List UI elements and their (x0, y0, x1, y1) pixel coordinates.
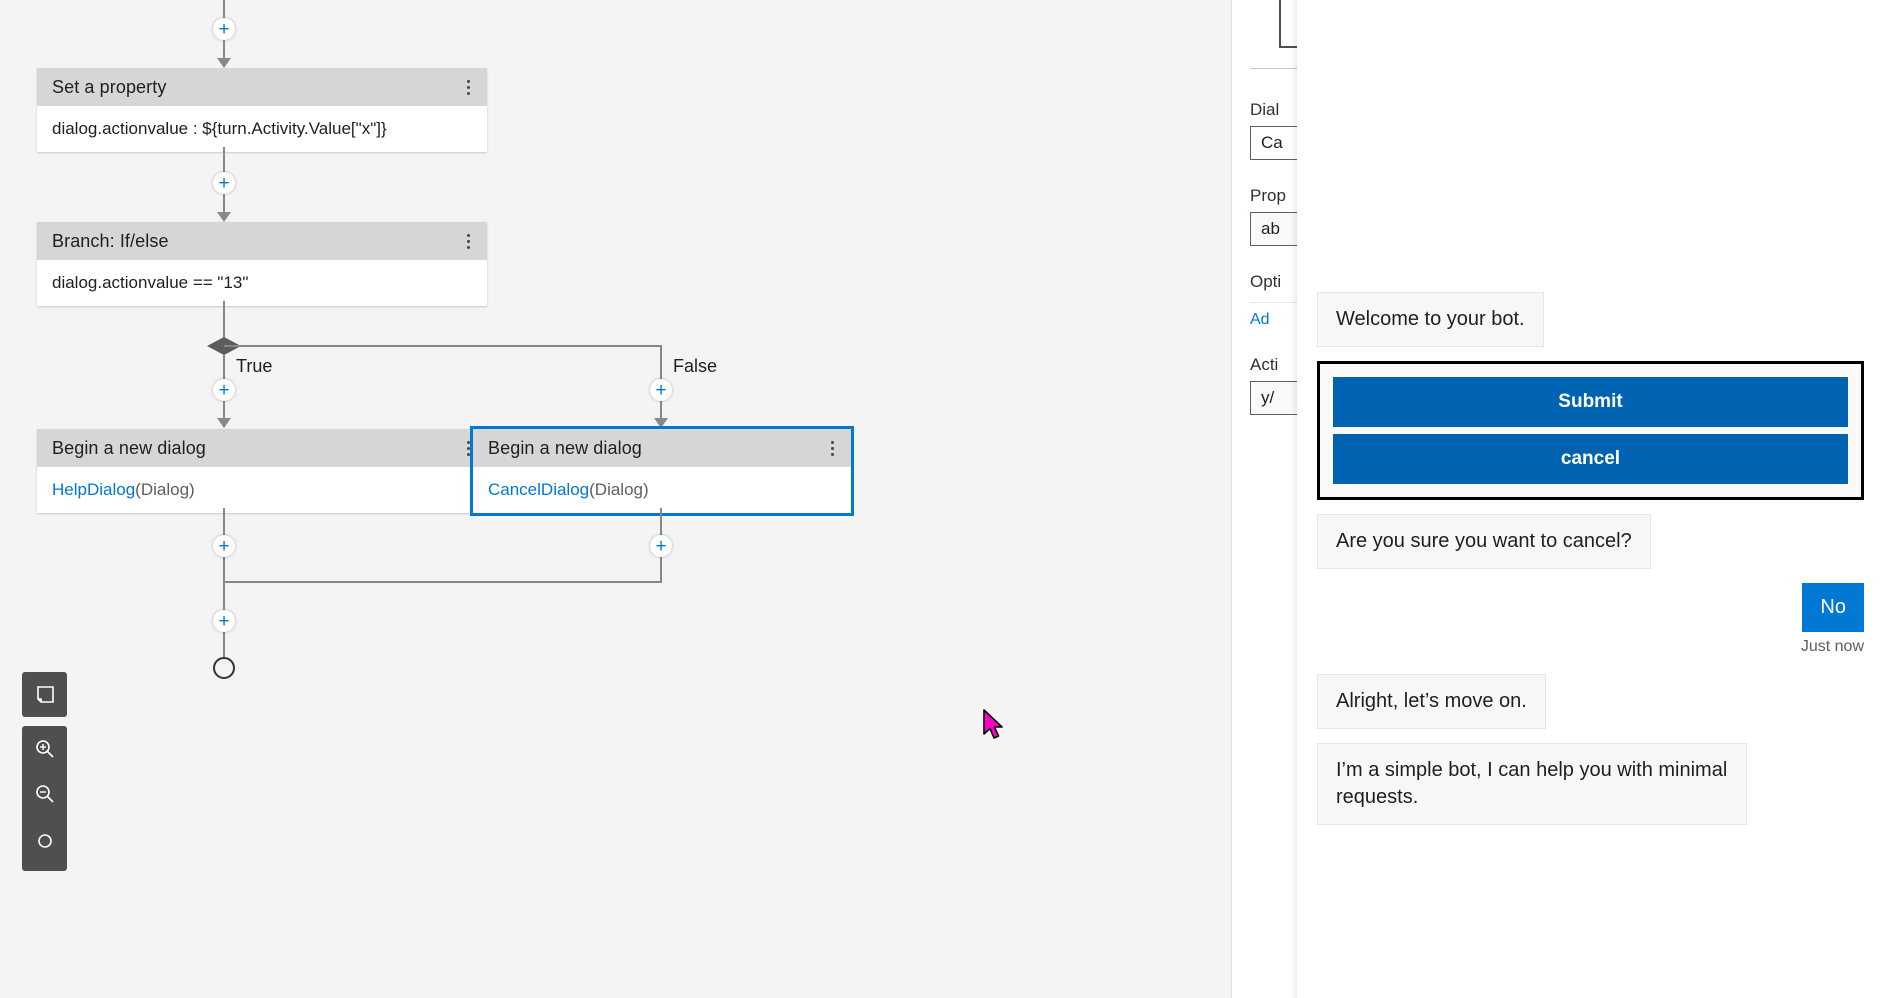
node-body: CancelDialog (Dialog) (473, 467, 851, 513)
zoom-out-icon[interactable] (22, 771, 67, 816)
edge-arrow (217, 212, 231, 222)
add-action-button[interactable]: + (213, 379, 235, 401)
bot-message-bubble: Alright, let’s move on. (1317, 674, 1546, 729)
dialog-type-suffix: (Dialog) (589, 480, 649, 499)
node-begin-dialog-help[interactable]: Begin a new dialog HelpDialog (Dialog) (37, 429, 487, 513)
web-chat-panel[interactable]: Welcome to your bot. Submit cancel Are y… (1297, 0, 1884, 998)
edge-arrow (217, 418, 231, 428)
add-action-button[interactable]: + (213, 172, 235, 194)
add-action-button[interactable]: + (650, 379, 672, 401)
node-header: Set a property (37, 68, 487, 106)
node-set-a-property[interactable]: Set a property dialog.actionvalue : ${tu… (37, 68, 487, 152)
add-action-button[interactable]: + (213, 535, 235, 557)
bot-message-bubble: Welcome to your bot. (1317, 292, 1544, 347)
add-action-button[interactable]: + (650, 535, 672, 557)
dialog-flow-canvas[interactable]: + Set a property dialog.actionvalue : ${… (0, 0, 1231, 998)
canvas-zoom-toolbar[interactable] (22, 726, 67, 871)
card-button-cancel[interactable]: cancel (1333, 434, 1848, 484)
node-title: Branch: If/else (52, 230, 169, 251)
edge-segment (223, 301, 225, 338)
zoom-in-icon[interactable] (22, 726, 67, 771)
edge-segment (223, 40, 225, 60)
chat-row-bot: Alright, let’s move on. (1317, 674, 1864, 729)
branch-label-true: True (236, 356, 273, 376)
add-action-button[interactable]: + (213, 18, 235, 40)
dialog-link[interactable]: CancelDialog (488, 480, 589, 500)
branch-label-false: False (673, 356, 718, 376)
node-branch-ifelse[interactable]: Branch: If/else dialog.actionvalue == "1… (37, 222, 487, 306)
add-action-button[interactable]: + (213, 610, 235, 632)
node-begin-dialog-cancel[interactable]: Begin a new dialog CancelDialog (Dialog) (470, 426, 854, 516)
chat-row-bot: Are you sure you want to cancel? (1317, 514, 1864, 569)
node-menu-icon[interactable] (459, 76, 477, 98)
app-root: + Set a property dialog.actionvalue : ${… (0, 0, 1884, 998)
node-header: Begin a new dialog (37, 429, 487, 467)
edge-segment (224, 345, 661, 347)
edge-arrow (654, 418, 668, 428)
canvas-fit-toolbar[interactable] (22, 672, 67, 717)
adaptive-card-message[interactable]: Submit cancel (1317, 361, 1864, 500)
node-body: dialog.actionvalue == "13" (37, 260, 487, 306)
node-header: Begin a new dialog (473, 429, 851, 467)
node-title: Begin a new dialog (52, 437, 206, 458)
bot-message-bubble: Are you sure you want to cancel? (1317, 514, 1651, 569)
chat-message-list: Welcome to your bot. Submit cancel Are y… (1297, 292, 1884, 839)
node-body: HelpDialog (Dialog) (37, 467, 487, 513)
card-button-submit[interactable]: Submit (1333, 377, 1848, 427)
edge-segment (223, 581, 662, 583)
node-body: dialog.actionvalue : ${turn.Activity.Val… (37, 106, 487, 152)
edge-segment (223, 194, 225, 214)
node-title: Begin a new dialog (488, 437, 642, 458)
zoom-reset-icon[interactable] (22, 816, 67, 861)
node-title: Set a property (52, 76, 167, 97)
node-menu-icon[interactable] (459, 230, 477, 252)
node-header: Branch: If/else (37, 222, 487, 260)
bot-message-bubble: I’m a simple bot, I can help you with mi… (1317, 743, 1747, 825)
message-timestamp: Just now (1800, 638, 1864, 655)
chat-row-user: No (1317, 583, 1864, 632)
node-menu-icon[interactable] (823, 437, 841, 459)
dialog-type-suffix: (Dialog) (135, 480, 195, 499)
chat-row-bot: I’m a simple bot, I can help you with mi… (1317, 743, 1864, 825)
dialog-link[interactable]: HelpDialog (52, 480, 135, 500)
user-message-bubble: No (1802, 583, 1864, 632)
fit-to-screen-icon[interactable] (22, 672, 67, 717)
edge-arrow (217, 58, 231, 68)
flow-end-node (213, 657, 235, 679)
chat-row-bot: Welcome to your bot. (1317, 292, 1864, 347)
